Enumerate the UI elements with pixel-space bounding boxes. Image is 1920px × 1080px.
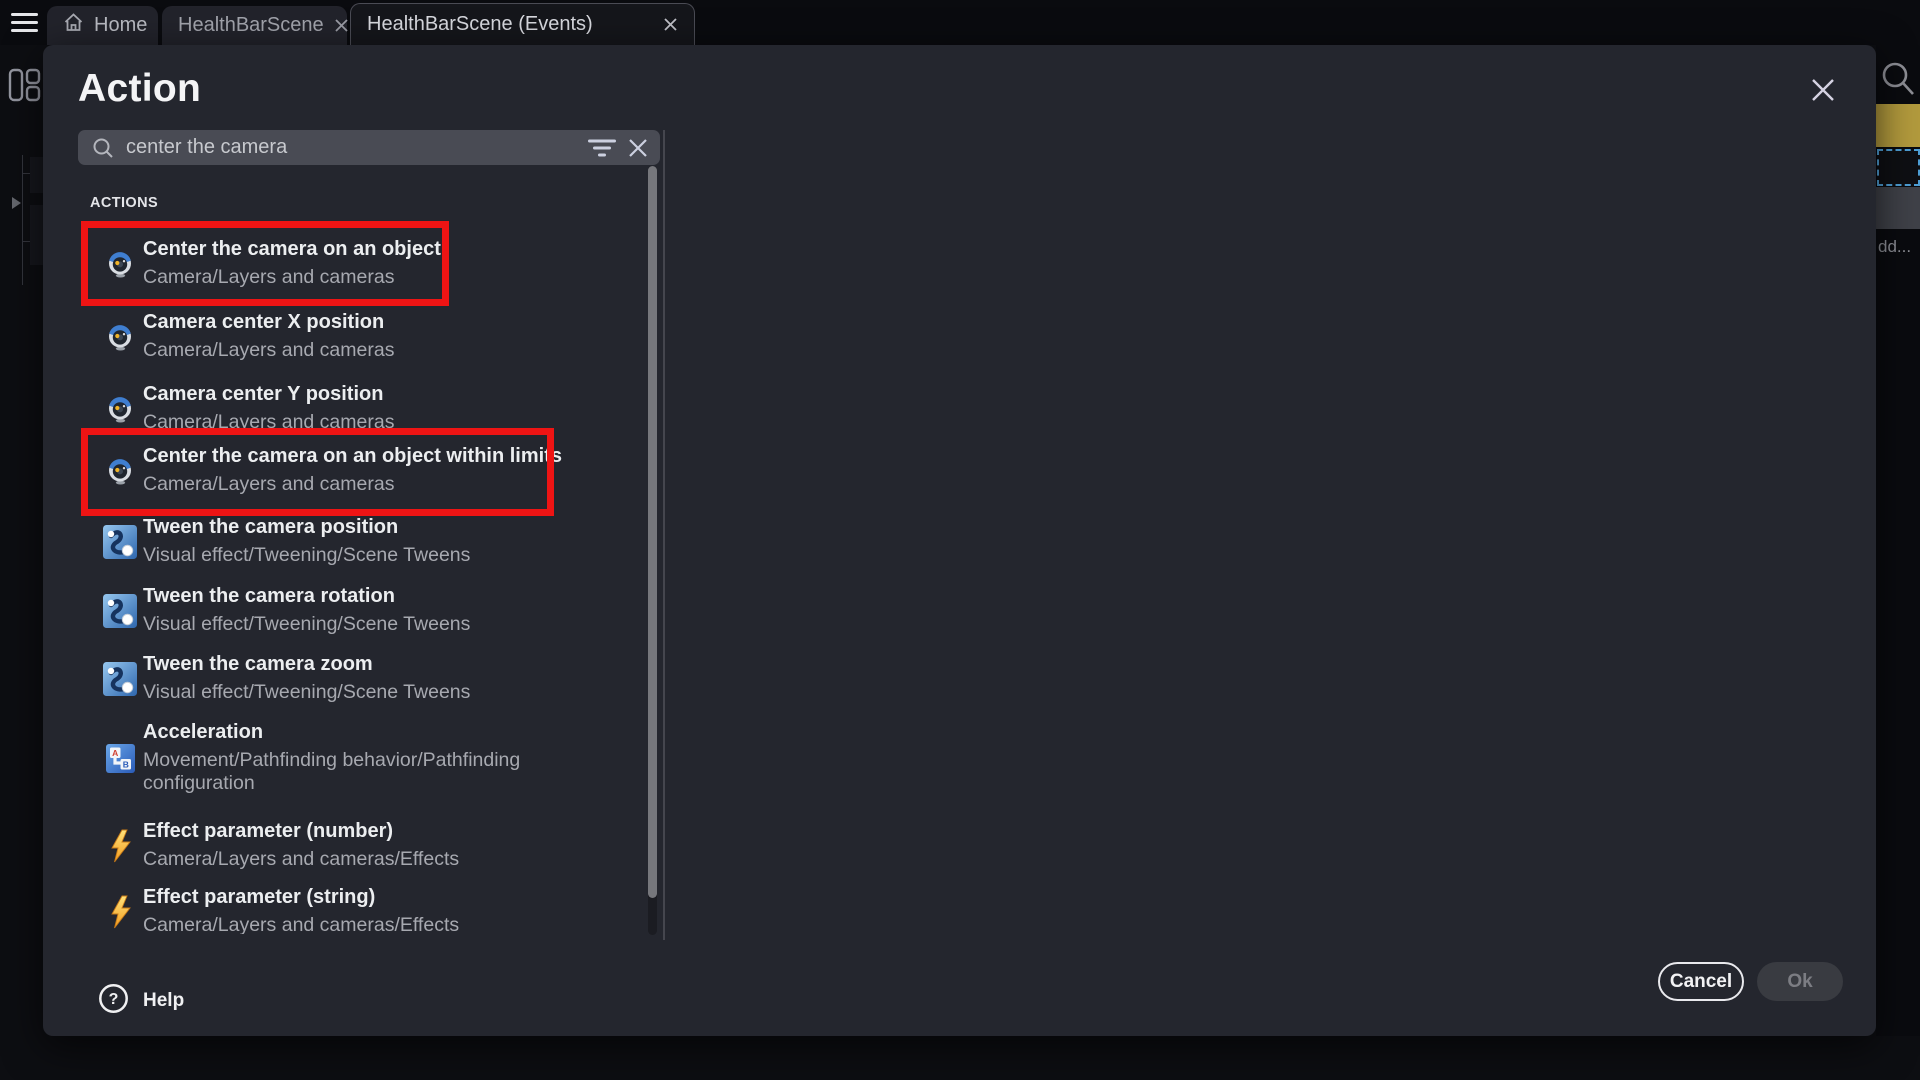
action-group: Camera/Layers and cameras xyxy=(143,266,441,289)
cancel-button[interactable]: Cancel xyxy=(1658,962,1744,1001)
menu-icon[interactable] xyxy=(11,13,38,33)
action-title: Effect parameter (string) xyxy=(143,886,459,909)
svg-text:?: ? xyxy=(109,991,119,1008)
actions-list: ACTIONS Center the camera on an object C… xyxy=(78,170,648,934)
action-group: Visual effect/Tweening/Scene Tweens xyxy=(143,681,470,704)
list-item-effect-parameter-number[interactable]: Effect parameter (number) Camera/Layers … xyxy=(97,820,632,871)
selected-event-block[interactable] xyxy=(1876,104,1920,147)
filter-icon[interactable] xyxy=(588,137,616,159)
action-title: Center the camera on an object xyxy=(143,238,441,261)
list-item-effect-parameter-string[interactable]: Effect parameter (string) Camera/Layers … xyxy=(97,886,632,934)
ok-button[interactable]: Ok xyxy=(1757,962,1843,1001)
svg-text:A: A xyxy=(112,748,118,758)
webcam-icon xyxy=(97,323,143,351)
lightning-icon xyxy=(97,829,143,863)
tween-icon xyxy=(97,662,143,696)
event-tree-line xyxy=(22,155,23,285)
tween-icon xyxy=(97,594,143,628)
list-item-center-camera-within-limits[interactable]: Center the camera on an object within li… xyxy=(97,445,632,496)
action-title: Center the camera on an object within li… xyxy=(143,445,562,468)
home-icon xyxy=(63,12,84,39)
event-block[interactable] xyxy=(1876,187,1920,229)
tab-healthbarscene-events[interactable]: HealthBarScene (Events) xyxy=(350,3,695,45)
svg-text:B: B xyxy=(122,759,128,769)
tab-bar: Home HealthBarScene HealthBarScene (Even… xyxy=(0,0,1920,45)
list-item-tween-camera-position[interactable]: Tween the camera position Visual effect/… xyxy=(97,516,632,567)
action-title: Camera center Y position xyxy=(143,383,394,406)
action-group: Movement/Pathfinding behavior/Pathfindin… xyxy=(143,749,613,795)
dialog-title: Action xyxy=(78,67,201,111)
action-title: Effect parameter (number) xyxy=(143,820,459,843)
webcam-icon xyxy=(97,395,143,423)
webcam-icon xyxy=(97,250,143,278)
action-group: Visual effect/Tweening/Scene Tweens xyxy=(143,544,470,567)
close-dialog-icon[interactable] xyxy=(1806,73,1840,107)
action-group: Camera/Layers and cameras xyxy=(143,473,562,496)
event-block xyxy=(30,157,43,193)
list-item-tween-camera-rotation[interactable]: Tween the camera rotation Visual effect/… xyxy=(97,585,632,636)
search-input[interactable] xyxy=(126,136,576,159)
webcam-icon xyxy=(97,457,143,485)
panel-divider xyxy=(663,130,665,940)
help-label: Help xyxy=(143,990,184,1012)
clear-search-icon[interactable] xyxy=(628,138,648,158)
action-search-bar xyxy=(78,130,660,165)
action-group: Camera/Layers and cameras xyxy=(143,339,394,362)
list-item-acceleration[interactable]: A B Acceleration Movement/Pathfinding be… xyxy=(97,721,632,795)
tween-icon xyxy=(97,525,143,559)
action-group: Visual effect/Tweening/Scene Tweens xyxy=(143,613,470,636)
close-tab-icon[interactable] xyxy=(663,17,678,32)
action-title: Tween the camera position xyxy=(143,516,470,539)
action-title: Acceleration xyxy=(143,721,613,744)
action-dialog: Action ACTIONS xyxy=(43,45,1876,1036)
list-item-camera-center-y[interactable]: Camera center Y position Camera/Layers a… xyxy=(97,383,632,434)
tab-label: HealthBarScene (Events) xyxy=(367,13,593,36)
event-expand-arrow[interactable] xyxy=(12,197,21,209)
scrollbar-track[interactable] xyxy=(648,166,657,935)
action-title: Camera center X position xyxy=(143,311,394,334)
list-item-tween-camera-zoom[interactable]: Tween the camera zoom Visual effect/Twee… xyxy=(97,653,632,704)
list-section-header: ACTIONS xyxy=(90,195,158,211)
list-item-camera-center-x[interactable]: Camera center X position Camera/Layers a… xyxy=(97,311,632,362)
tab-home[interactable]: Home xyxy=(47,6,158,45)
action-group: Camera/Layers and cameras xyxy=(143,411,394,434)
action-group: Camera/Layers and cameras/Effects xyxy=(143,914,459,934)
add-event-truncated-label[interactable]: dd... xyxy=(1878,237,1911,257)
list-item-center-camera-on-object[interactable]: Center the camera on an object Camera/La… xyxy=(97,238,632,289)
search-icon xyxy=(92,137,114,159)
action-title: Tween the camera rotation xyxy=(143,585,470,608)
tab-label: HealthBarScene xyxy=(178,14,324,37)
event-block xyxy=(30,205,43,265)
scrollbar-thumb[interactable] xyxy=(648,166,657,898)
help-icon: ? xyxy=(98,983,129,1019)
action-group: Camera/Layers and cameras/Effects xyxy=(143,848,459,871)
selection-dashed-box xyxy=(1877,149,1920,186)
pathfinding-icon: A B xyxy=(97,744,143,773)
events-editor-left-edge xyxy=(0,45,43,1036)
tab-healthbarscene[interactable]: HealthBarScene xyxy=(162,6,347,45)
close-tab-icon[interactable] xyxy=(334,18,349,33)
search-events-icon[interactable] xyxy=(1880,61,1916,104)
help-button[interactable]: ? Help xyxy=(98,983,184,1019)
action-title: Tween the camera zoom xyxy=(143,653,470,676)
panels-layout-icon[interactable] xyxy=(7,67,43,108)
lightning-icon xyxy=(97,895,143,929)
tab-label: Home xyxy=(94,14,147,37)
events-editor-right-edge: dd... xyxy=(1876,45,1920,1036)
